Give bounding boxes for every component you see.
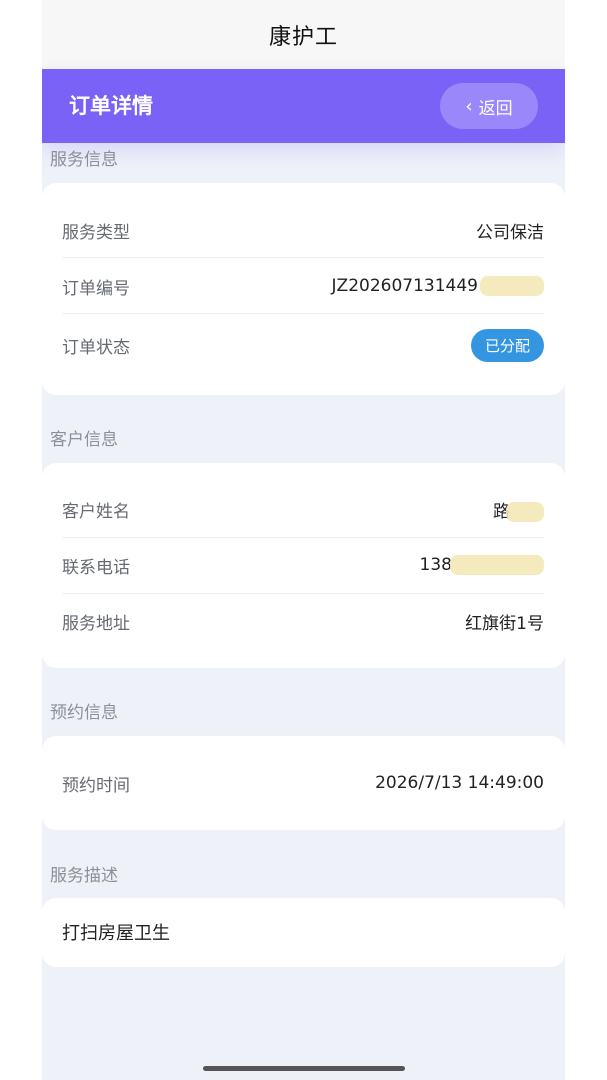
page-header: 订单详情 ‹ 返回 bbox=[42, 69, 565, 143]
phone-value-wrap: 138 bbox=[420, 555, 544, 575]
appointment-time-value: 2026/7/13 14:49:00 bbox=[375, 773, 544, 793]
app-title: 康护工 bbox=[268, 24, 338, 50]
service-type-label: 服务类型 bbox=[62, 222, 130, 243]
app-title-bar: 康护工 bbox=[42, 0, 565, 69]
app-screen: 康护工 订单详情 ‹ 返回 服务信息 服务类型 公司保洁 订单编号 JZ2026… bbox=[42, 0, 565, 1080]
section-label-customer: 客户信息 bbox=[50, 430, 118, 450]
order-number-value-wrap: JZ202607131449 bbox=[332, 276, 544, 296]
phone-label: 联系电话 bbox=[62, 557, 130, 578]
customer-name-value-wrap: 路 bbox=[493, 497, 544, 522]
back-button-label: 返回 bbox=[478, 98, 513, 119]
redaction-mask bbox=[506, 501, 544, 522]
order-number-row: 订单编号 JZ202607131449 bbox=[62, 258, 544, 314]
order-status-label: 订单状态 bbox=[62, 337, 130, 358]
customer-info-card: 客户姓名 路 联系电话 138 服务地址 红旗街1号 bbox=[42, 463, 565, 668]
section-label-service: 服务信息 bbox=[50, 150, 118, 170]
back-button[interactable]: ‹ 返回 bbox=[440, 83, 538, 129]
address-value: 红旗街1号 bbox=[465, 613, 544, 634]
status-badge: 已分配 bbox=[470, 328, 544, 362]
service-type-row: 服务类型 公司保洁 bbox=[62, 202, 544, 258]
chevron-left-icon: ‹ bbox=[465, 95, 473, 117]
redaction-mask bbox=[480, 276, 544, 296]
appointment-time-label: 预约时间 bbox=[62, 775, 130, 796]
section-label-description: 服务描述 bbox=[50, 866, 118, 886]
order-status-row: 订单状态 已分配 bbox=[62, 317, 544, 373]
service-info-card: 服务类型 公司保洁 订单编号 JZ202607131449 订单状态 已分配 bbox=[42, 183, 565, 395]
appointment-info-card: 预约时间 2026/7/13 14:49:00 bbox=[42, 736, 565, 830]
divider bbox=[62, 313, 544, 314]
description-card: 打扫房屋卫生 bbox=[42, 898, 565, 967]
service-type-value: 公司保洁 bbox=[476, 222, 544, 243]
page-title: 订单详情 bbox=[69, 94, 153, 118]
order-number-value: JZ202607131449 bbox=[331, 276, 478, 296]
customer-name-row: 客户姓名 路 bbox=[62, 481, 544, 537]
description-row: 打扫房屋卫生 bbox=[62, 904, 544, 960]
order-number-label: 订单编号 bbox=[62, 278, 130, 299]
address-row: 服务地址 红旗街1号 bbox=[62, 593, 544, 649]
appointment-time-row: 预约时间 2026/7/13 14:49:00 bbox=[62, 755, 544, 811]
phone-row: 联系电话 138 bbox=[62, 537, 544, 593]
service-description: 打扫房屋卫生 bbox=[62, 923, 170, 944]
home-indicator[interactable] bbox=[203, 1066, 405, 1071]
customer-name-label: 客户姓名 bbox=[62, 501, 130, 522]
section-label-appointment: 预约信息 bbox=[50, 703, 118, 723]
address-label: 服务地址 bbox=[62, 613, 130, 634]
redaction-mask bbox=[450, 555, 544, 575]
phone-value: 138 bbox=[419, 555, 452, 575]
